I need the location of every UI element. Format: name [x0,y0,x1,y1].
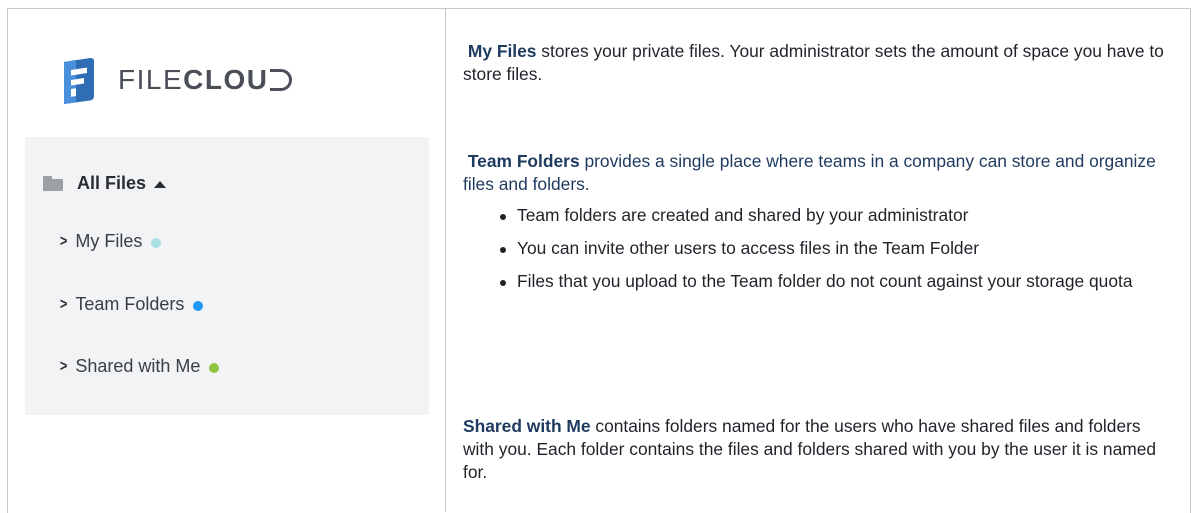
column-divider [445,8,446,512]
tree-item-label: Shared with Me [75,356,201,376]
my-files-text: stores your private files. Your administ… [463,41,1164,84]
team-folders-bullets: Team folders are created and shared by y… [463,204,1173,293]
folder-tree-panel: All Files > My Files > Team Folders > Sh… [25,137,429,415]
tree-item-my-files[interactable]: > My Files [59,231,162,252]
tree-item-shared-with-me[interactable]: > Shared with Me [59,356,220,377]
tree-root-all-files[interactable]: All Files [43,173,167,194]
logo-text-cloud: CLOU [183,64,269,95]
status-dot [209,362,220,373]
status-dot [193,300,204,311]
my-files-description: My Files stores your private files. Your… [463,40,1173,86]
team-folders-description: Team Folders provides a single place whe… [463,150,1173,303]
chevron-right-icon: > [59,295,68,313]
list-item: Files that you upload to the Team folder… [500,270,1173,293]
logo-text-file: FILE [118,64,184,95]
folder-icon [43,176,63,191]
tree-root-label: All Files [77,173,147,193]
status-dot [151,237,162,248]
chevron-right-icon: > [59,357,68,375]
list-item: Team folders are created and shared by y… [500,204,1173,227]
filecloud-logo: FILE CLOU [60,56,293,104]
my-files-term: My Files [467,41,537,61]
shared-with-me-description: Shared with Me contains folders named fo… [463,415,1173,484]
tree-item-label: My Files [75,231,143,251]
filecloud-logo-icon [60,56,96,104]
logo-d-glyph [270,69,293,91]
list-item: You can invite other users to access fil… [500,237,1173,260]
caret-up-icon [154,181,167,188]
shared-with-me-term: Shared with Me [463,416,591,436]
logo-wordmark: FILE CLOU [118,64,293,96]
tree-item-label: Team Folders [75,294,185,314]
tree-item-team-folders[interactable]: > Team Folders [59,294,204,315]
team-folders-term: Team Folders [467,151,580,171]
chevron-right-icon: > [59,232,68,250]
